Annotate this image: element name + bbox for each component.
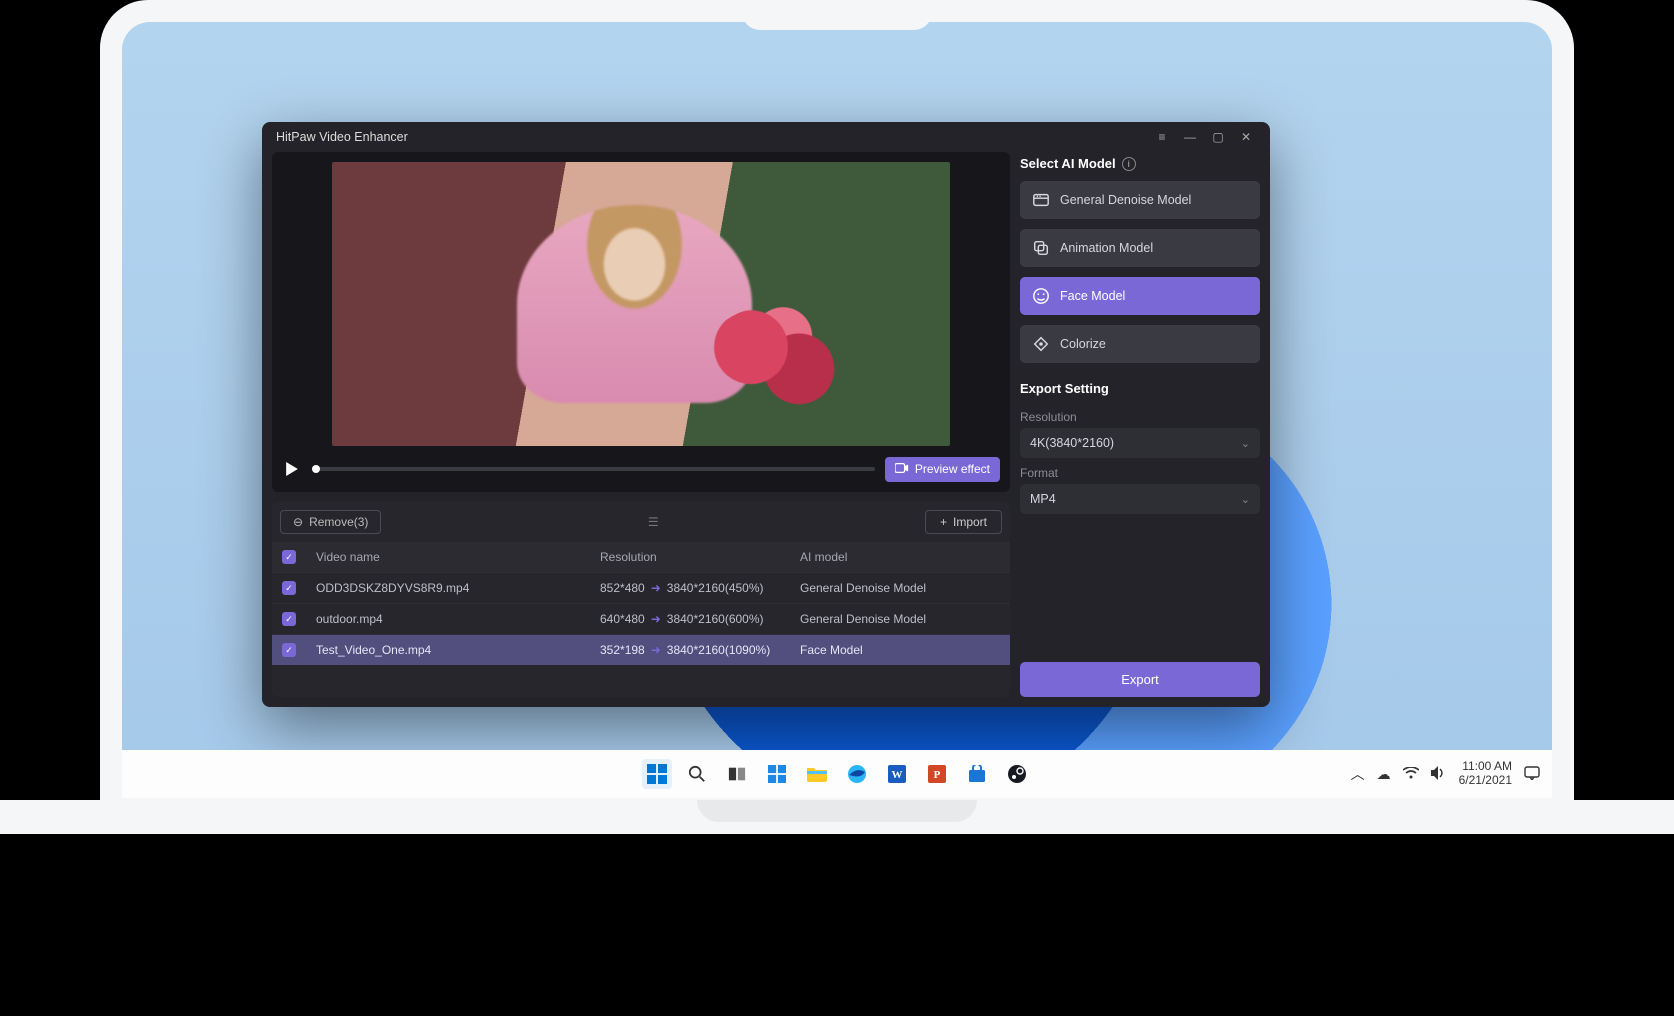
search-icon[interactable] [682, 759, 712, 789]
format-value: MP4 [1030, 492, 1056, 506]
preview-effect-button[interactable]: Preview effect [885, 457, 1000, 482]
format-select[interactable]: MP4 ⌄ [1020, 484, 1260, 514]
row-name: ODD3DSKZ8DYVS8R9.mp4 [316, 581, 600, 595]
edge-icon[interactable] [842, 759, 872, 789]
model-label: Face Model [1060, 289, 1125, 303]
arrow-icon: ➜ [651, 612, 661, 626]
store-icon[interactable] [962, 759, 992, 789]
row-checkbox[interactable]: ✓ [282, 643, 296, 657]
laptop-frame: HitPaw Video Enhancer ≡ — ▢ ✕ [100, 0, 1574, 820]
row-resolution: 640*480➜3840*2160(600%) [600, 612, 800, 626]
row-name: outdoor.mp4 [316, 612, 600, 626]
chevron-down-icon: ⌄ [1241, 437, 1250, 450]
table-row[interactable]: ✓ outdoor.mp4640*480➜3840*2160(600%)Gener… [272, 603, 1010, 634]
model-label: Colorize [1060, 337, 1106, 351]
select-all-checkbox[interactable]: ✓ [282, 550, 296, 564]
chevron-down-icon: ⌄ [1241, 493, 1250, 506]
arrow-icon: ➜ [651, 643, 661, 657]
model-option-animation-model[interactable]: Animation Model [1020, 229, 1260, 267]
app-window: HitPaw Video Enhancer ≡ — ▢ ✕ [262, 122, 1270, 707]
list-header: ✓ Video name Resolution AI model [272, 542, 1010, 572]
col-name: Video name [316, 550, 600, 564]
model-label: General Denoise Model [1060, 193, 1191, 207]
export-setting-heading: Export Setting [1020, 381, 1260, 396]
play-button[interactable] [282, 462, 302, 476]
minimize-button[interactable]: — [1176, 123, 1204, 151]
col-resolution: Resolution [600, 550, 800, 564]
video-preview[interactable] [332, 162, 950, 446]
system-clock[interactable]: 11:00 AM 6/21/2021 [1459, 760, 1512, 788]
powerpoint-icon[interactable]: P [922, 759, 952, 789]
chevron-up-icon[interactable]: ︿ [1351, 764, 1365, 784]
video-list-panel: ⊖ Remove(3) ☰ + Import ✓ Video name [272, 502, 1010, 697]
remove-button[interactable]: ⊖ Remove(3) [280, 510, 381, 534]
row-model: General Denoise Model [800, 612, 1000, 626]
resolution-select[interactable]: 4K(3840*2160) ⌄ [1020, 428, 1260, 458]
steam-icon[interactable] [1002, 759, 1032, 789]
windows-taskbar[interactable]: W P ︿ ☁ [122, 750, 1552, 798]
model-label: Animation Model [1060, 241, 1153, 255]
volume-icon[interactable] [1431, 766, 1447, 783]
video-preview-panel: Preview effect [272, 152, 1010, 492]
desktop-screen: HitPaw Video Enhancer ≡ — ▢ ✕ [122, 22, 1552, 798]
import-button[interactable]: + Import [925, 510, 1002, 534]
start-button[interactable] [642, 759, 672, 789]
model-option-face-model[interactable]: Face Model [1020, 277, 1260, 315]
table-row[interactable]: ✓ Test_Video_One.mp4352*198➜3840*2160(109… [272, 634, 1010, 665]
row-checkbox[interactable]: ✓ [282, 581, 296, 595]
row-name: Test_Video_One.mp4 [316, 643, 600, 657]
svg-text:P: P [934, 769, 941, 781]
col-model: AI model [800, 550, 1000, 564]
row-model: Face Model [800, 643, 1000, 657]
camera-icon [895, 462, 909, 477]
row-model: General Denoise Model [800, 581, 1000, 595]
import-label: Import [953, 515, 987, 529]
model-icon [1032, 191, 1050, 209]
maximize-button[interactable]: ▢ [1204, 123, 1232, 151]
laptop-notch [742, 0, 932, 30]
task-view-icon[interactable] [722, 759, 752, 789]
row-resolution: 852*480➜3840*2160(450%) [600, 581, 800, 595]
minus-circle-icon: ⊖ [293, 515, 303, 529]
close-button[interactable]: ✕ [1232, 123, 1260, 151]
remove-label: Remove(3) [309, 515, 368, 529]
model-icon [1032, 335, 1050, 353]
notifications-icon[interactable] [1524, 766, 1540, 783]
model-option-colorize[interactable]: Colorize [1020, 325, 1260, 363]
widgets-icon[interactable] [762, 759, 792, 789]
clock-time: 11:00 AM [1459, 760, 1512, 774]
list-icon[interactable]: ☰ [391, 515, 915, 529]
word-icon[interactable]: W [882, 759, 912, 789]
svg-text:W: W [892, 769, 903, 781]
clock-date: 6/21/2021 [1459, 774, 1512, 788]
app-title: HitPaw Video Enhancer [276, 130, 1148, 144]
row-checkbox[interactable]: ✓ [282, 612, 296, 626]
table-row[interactable]: ✓ ODD3DSKZ8DYVS8R9.mp4852*480➜3840*2160(4… [272, 572, 1010, 603]
model-icon [1032, 287, 1050, 305]
ai-model-heading: Select AI Model i [1020, 156, 1260, 171]
titlebar[interactable]: HitPaw Video Enhancer ≡ — ▢ ✕ [262, 122, 1270, 152]
model-option-general-denoise-model[interactable]: General Denoise Model [1020, 181, 1260, 219]
onedrive-icon[interactable]: ☁ [1377, 766, 1391, 783]
info-icon[interactable]: i [1122, 157, 1136, 171]
menu-icon[interactable]: ≡ [1148, 123, 1176, 151]
seek-bar[interactable] [312, 467, 875, 471]
plus-icon: + [940, 515, 947, 529]
preview-effect-label: Preview effect [915, 462, 990, 476]
resolution-field-label: Resolution [1020, 410, 1260, 424]
model-icon [1032, 239, 1050, 257]
export-button[interactable]: Export [1020, 662, 1260, 697]
wifi-icon[interactable] [1403, 766, 1419, 782]
format-field-label: Format [1020, 466, 1260, 480]
explorer-icon[interactable] [802, 759, 832, 789]
laptop-base [0, 800, 1674, 834]
row-resolution: 352*198➜3840*2160(1090%) [600, 643, 800, 657]
resolution-value: 4K(3840*2160) [1030, 436, 1114, 450]
arrow-icon: ➜ [651, 581, 661, 595]
